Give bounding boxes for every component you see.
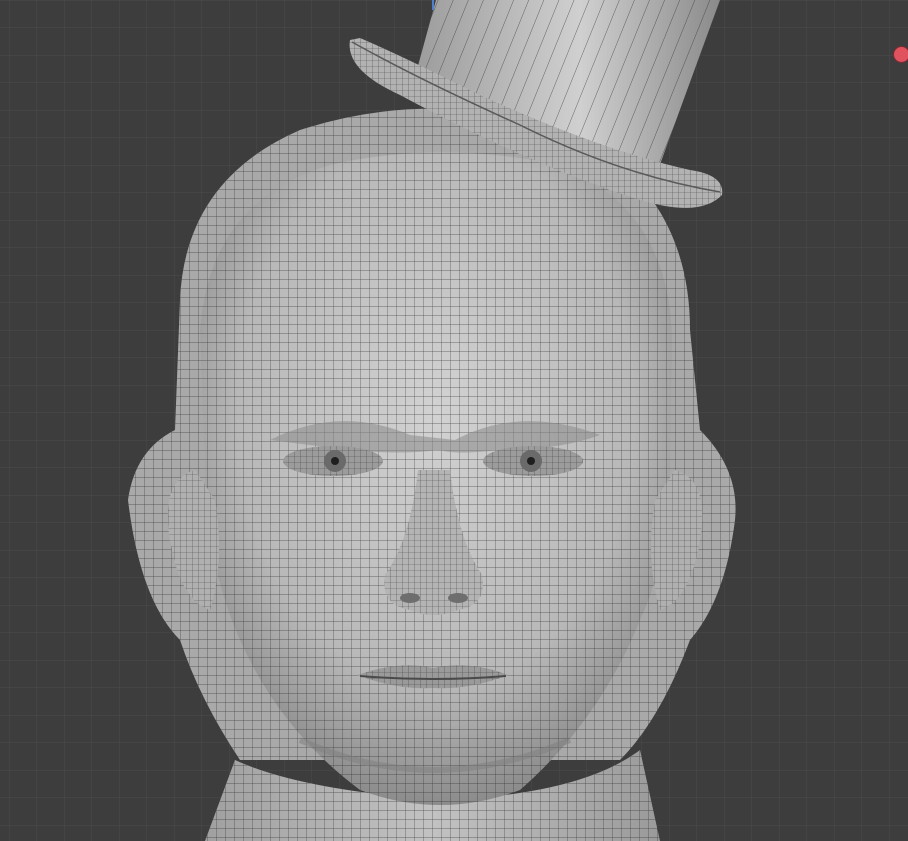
gizmo-x-axis-icon[interactable] <box>893 46 908 63</box>
right-eye <box>483 446 583 476</box>
3d-viewport[interactable] <box>0 0 908 841</box>
head-mesh-icon[interactable] <box>128 108 736 805</box>
left-eye <box>283 446 383 476</box>
viewport-scene[interactable] <box>0 0 908 841</box>
gizmo-z-axis-icon <box>432 0 434 10</box>
